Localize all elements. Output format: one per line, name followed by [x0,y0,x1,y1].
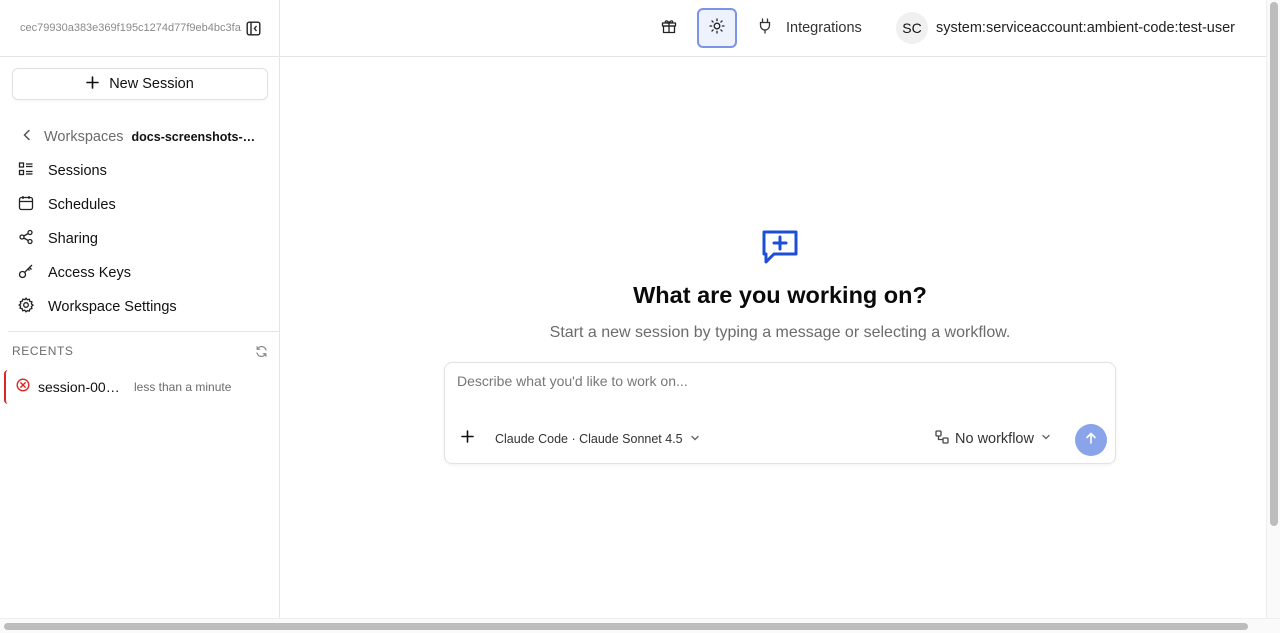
recent-session-name: session-00… [38,379,120,395]
sidebar-item-workspace-settings[interactable]: Workspace Settings [18,295,177,319]
user-menu[interactable]: SC system:serviceaccount:ambient-code:te… [896,12,1235,44]
vertical-scrollbar-thumb[interactable] [1270,2,1278,526]
sidebar-item-label: Access Keys [48,265,131,281]
avatar: SC [896,12,928,44]
workspace-name: docs-screenshots-17… [131,130,262,144]
panel-toggle-icon[interactable] [245,20,261,36]
message-input[interactable] [457,373,1097,413]
gift-icon [661,18,677,39]
sidebar-item-schedules[interactable]: Schedules [18,193,116,217]
sidebar-item-sessions[interactable]: Sessions [18,159,107,183]
message-composer: Claude Code · Claude Sonnet 4.5 No workf… [444,362,1116,464]
model-selector[interactable]: Claude Code · Claude Sonnet 4.5 [495,429,701,449]
recent-session-time: less than a minute [134,380,232,394]
sidebar-divider [8,331,279,332]
message-plus-icon [760,228,800,266]
sidebar-item-label: Schedules [48,197,116,213]
share-icon [18,229,34,249]
sidebar-header: cec79930a383e369f195c1274d77f9eb4bc3fa1f [0,0,279,57]
add-attachment-button[interactable] [457,429,477,449]
arrow-up-icon [1084,431,1098,450]
chevron-left-icon[interactable] [20,128,34,147]
new-session-label: New Session [109,76,194,92]
key-icon [18,263,34,283]
horizontal-scrollbar[interactable] [0,618,1280,633]
chevron-down-icon [689,432,701,447]
gear-icon [18,297,35,317]
whats-new-button[interactable] [649,8,689,48]
recents-heading: RECENTS [12,344,74,358]
workflow-label: No workflow [955,431,1034,447]
sidebar-item-label: Sharing [48,231,98,247]
page-title: What are you working on? [633,282,927,308]
error-circle-icon [16,377,30,397]
top-bar: Integrations SC system:serviceaccount:am… [280,0,1266,57]
sidebar-item-sharing[interactable]: Sharing [18,227,98,251]
page-subtitle: Start a new session by typing a message … [549,324,1011,341]
workspace-breadcrumb: Workspaces docs-screenshots-17… [20,126,270,148]
new-session-button[interactable]: New Session [12,68,268,100]
sun-icon [709,17,725,39]
sidebar: cec79930a383e369f195c1274d77f9eb4bc3fa1f… [0,0,280,618]
horizontal-scrollbar-thumb[interactable] [4,623,1248,630]
calendar-icon [18,195,34,215]
workflow-selector[interactable]: No workflow [935,429,1052,449]
workflow-icon [935,430,949,448]
workspaces-link[interactable]: Workspaces [44,129,124,145]
theme-toggle-button[interactable] [697,8,737,48]
sidebar-item-access-keys[interactable]: Access Keys [18,261,131,285]
recent-session-item[interactable]: session-00… less than a minute [4,370,274,404]
plus-icon [460,430,474,448]
sidebar-item-label: Workspace Settings [48,299,177,315]
vertical-scrollbar[interactable] [1266,0,1280,618]
send-button[interactable] [1075,424,1107,456]
integrations-label: Integrations [786,20,862,36]
workspace-id: cec79930a383e369f195c1274d77f9eb4bc3fa1f [20,22,242,34]
plus-icon [86,75,99,93]
integrations-button[interactable]: Integrations [758,16,862,40]
refresh-icon[interactable] [255,345,268,358]
sidebar-item-label: Sessions [48,163,107,179]
plug-icon [758,18,772,38]
chevron-down-icon [1040,431,1052,447]
sessions-list-icon [18,161,34,181]
user-name: system:serviceaccount:ambient-code:test-… [936,20,1235,36]
model-label: Claude Code · Claude Sonnet 4.5 [495,432,683,446]
